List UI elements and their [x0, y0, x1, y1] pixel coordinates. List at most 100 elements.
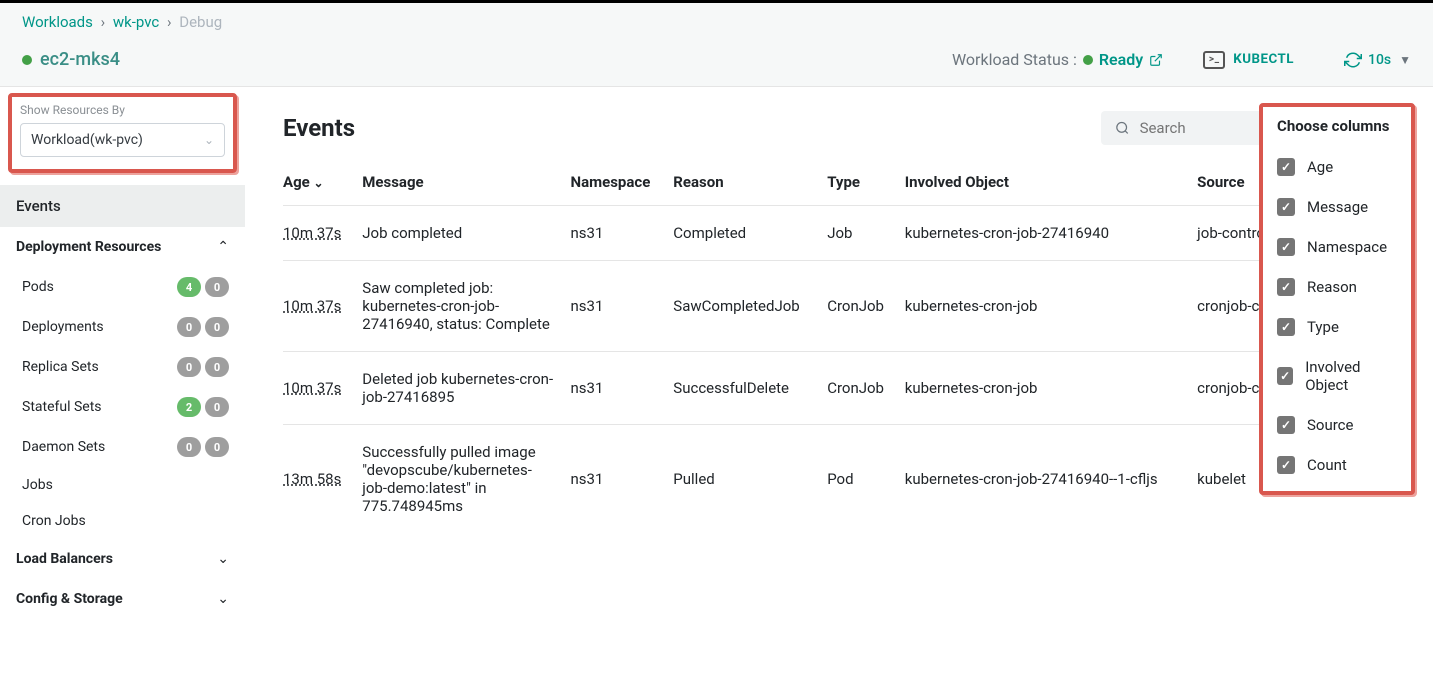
- status-dot-icon: [1083, 55, 1093, 65]
- sidebar-item-label: Jobs: [22, 477, 53, 493]
- workload-status-label: Workload Status :: [952, 50, 1077, 69]
- workload-status-value[interactable]: Ready: [1083, 50, 1163, 69]
- cell: 10m 37s: [283, 261, 362, 352]
- sidebar-section-load-balancers[interactable]: Load Balancers ⌄: [0, 539, 245, 579]
- refresh-interval-selector[interactable]: 10s ▼: [1344, 51, 1411, 69]
- sidebar-item-replica-sets[interactable]: Replica Sets00: [0, 347, 245, 387]
- cell: Saw completed job: kubernetes-cron-job-2…: [362, 261, 570, 352]
- column-toggle-message[interactable]: ✓Message: [1263, 187, 1411, 227]
- sidebar-item-jobs[interactable]: Jobs: [0, 467, 245, 503]
- checkbox-icon: ✓: [1277, 318, 1295, 336]
- count-badge: 0: [205, 277, 229, 297]
- breadcrumb-current: Debug: [179, 13, 222, 31]
- table-row[interactable]: 10m 37sSaw completed job: kubernetes-cro…: [283, 261, 1401, 352]
- chevron-down-icon: ⌄: [204, 133, 214, 147]
- refresh-icon: [1344, 51, 1362, 69]
- sidebar-item-deployments[interactable]: Deployments 00: [0, 307, 245, 347]
- sidebar-section-label: Deployment Resources: [16, 239, 161, 255]
- cell: ns31: [571, 352, 674, 425]
- cell: Successfully pulled image "devopscube/ku…: [362, 425, 570, 534]
- column-header-age[interactable]: Age ⌄: [283, 163, 362, 206]
- filter-select[interactable]: Workload(wk-pvc) ⌄: [20, 123, 225, 157]
- sidebar-item-events[interactable]: Events: [0, 185, 245, 227]
- sidebar-section-label: Load Balancers: [16, 551, 113, 567]
- column-toggle-label: Source: [1307, 416, 1353, 434]
- breadcrumb-wk[interactable]: wk-pvc: [113, 13, 159, 31]
- filter-label: Show Resources By: [20, 103, 225, 117]
- count-badge: 4: [177, 277, 201, 297]
- sidebar-item-label: Cron Jobs: [22, 513, 86, 529]
- status-bar: ec2-mks4 Workload Status : Ready >_ KUBE…: [0, 41, 1433, 87]
- cell: SawCompletedJob: [673, 261, 827, 352]
- checkbox-icon: ✓: [1277, 158, 1295, 176]
- badge-group: 40: [177, 277, 229, 297]
- checkbox-icon: ✓: [1277, 278, 1295, 296]
- sidebar-item-cron-jobs[interactable]: Cron Jobs: [0, 503, 245, 539]
- count-badge: 0: [177, 317, 201, 337]
- checkbox-icon: ✓: [1277, 238, 1295, 256]
- column-header-message[interactable]: Message: [362, 163, 570, 206]
- column-toggle-type[interactable]: ✓Type: [1263, 307, 1411, 347]
- terminal-icon: >_: [1203, 51, 1225, 69]
- choose-columns-title: Choose columns: [1263, 107, 1411, 147]
- cell: kubernetes-cron-job-27416940--1-cfljs: [905, 425, 1197, 534]
- cell: CronJob: [827, 352, 905, 425]
- sidebar-section-config-storage[interactable]: Config & Storage ⌄: [0, 579, 245, 619]
- cell: Deleted job kubernetes-cron-job-27416895: [362, 352, 570, 425]
- column-toggle-source[interactable]: ✓Source: [1263, 405, 1411, 445]
- table-row[interactable]: 10m 37sJob completedns31CompletedJobkube…: [283, 206, 1401, 261]
- column-header-namespace[interactable]: Namespace: [571, 163, 674, 206]
- cell: kubernetes-cron-job: [905, 352, 1197, 425]
- context-status-dot: [22, 55, 32, 65]
- sidebar-item-daemon-sets[interactable]: Daemon Sets00: [0, 427, 245, 467]
- cell: 10m 37s: [283, 352, 362, 425]
- column-toggle-count[interactable]: ✓Count: [1263, 445, 1411, 485]
- sort-icon: ⌄: [313, 176, 323, 190]
- cell: Completed: [673, 206, 827, 261]
- cell: Job: [827, 206, 905, 261]
- breadcrumb-workloads[interactable]: Workloads: [22, 13, 93, 31]
- sidebar-item-label: Stateful Sets: [22, 399, 102, 415]
- kubectl-button[interactable]: >_ KUBECTL: [1203, 51, 1294, 69]
- badge-group: 20: [177, 397, 229, 417]
- cell: ns31: [571, 206, 674, 261]
- context-name[interactable]: ec2-mks4: [40, 49, 120, 70]
- chevron-down-icon: ⌄: [217, 591, 229, 607]
- sidebar-item-pods[interactable]: Pods 40: [0, 267, 245, 307]
- workload-status-text: Ready: [1099, 50, 1143, 69]
- column-toggle-label: Message: [1307, 198, 1368, 216]
- column-toggle-involved-object[interactable]: ✓Involved Object: [1263, 347, 1411, 405]
- column-toggle-namespace[interactable]: ✓ Namespace: [1263, 227, 1411, 267]
- cell: 13m 58s: [283, 425, 362, 534]
- count-badge: 0: [205, 437, 229, 457]
- main-content: Events Age ⌄MessageNamespaceReasonTypeIn…: [245, 87, 1433, 639]
- column-header-reason[interactable]: Reason: [673, 163, 827, 206]
- cell: kubernetes-cron-job-27416940: [905, 206, 1197, 261]
- count-badge: 2: [177, 397, 201, 417]
- column-header-involved-object[interactable]: Involved Object: [905, 163, 1197, 206]
- badge-group: 00: [177, 317, 229, 337]
- table-row[interactable]: 10m 37sDeleted job kubernetes-cron-job-2…: [283, 352, 1401, 425]
- sidebar-item-label: Pods: [22, 279, 54, 295]
- badge-group: 00: [177, 357, 229, 377]
- column-toggle-reason[interactable]: ✓Reason: [1263, 267, 1411, 307]
- column-toggle-age[interactable]: ✓ Age: [1263, 147, 1411, 187]
- cell: CronJob: [827, 261, 905, 352]
- sidebar-section-deployment-resources[interactable]: Deployment Resources ⌃: [0, 227, 245, 267]
- count-badge: 0: [205, 357, 229, 377]
- count-badge: 0: [177, 357, 201, 377]
- sidebar-item-label: Deployments: [22, 319, 104, 335]
- column-toggle-label: Age: [1307, 158, 1333, 176]
- chevron-down-icon: ⌄: [217, 551, 229, 567]
- checkbox-icon: ✓: [1277, 456, 1295, 474]
- column-toggle-label: Namespace: [1307, 238, 1387, 256]
- breadcrumb-sep: ›: [101, 13, 106, 31]
- cell: ns31: [571, 425, 674, 534]
- column-header-type[interactable]: Type: [827, 163, 905, 206]
- sidebar: Show Resources By Workload(wk-pvc) ⌄ Eve…: [0, 87, 245, 639]
- breadcrumb: Workloads › wk-pvc › Debug: [0, 3, 1433, 41]
- table-row[interactable]: 13m 58sSuccessfully pulled image "devops…: [283, 425, 1401, 534]
- column-toggle-label: Involved Object: [1305, 358, 1397, 394]
- filter-value: Workload(wk-pvc): [31, 132, 143, 148]
- sidebar-item-stateful-sets[interactable]: Stateful Sets 20: [0, 387, 245, 427]
